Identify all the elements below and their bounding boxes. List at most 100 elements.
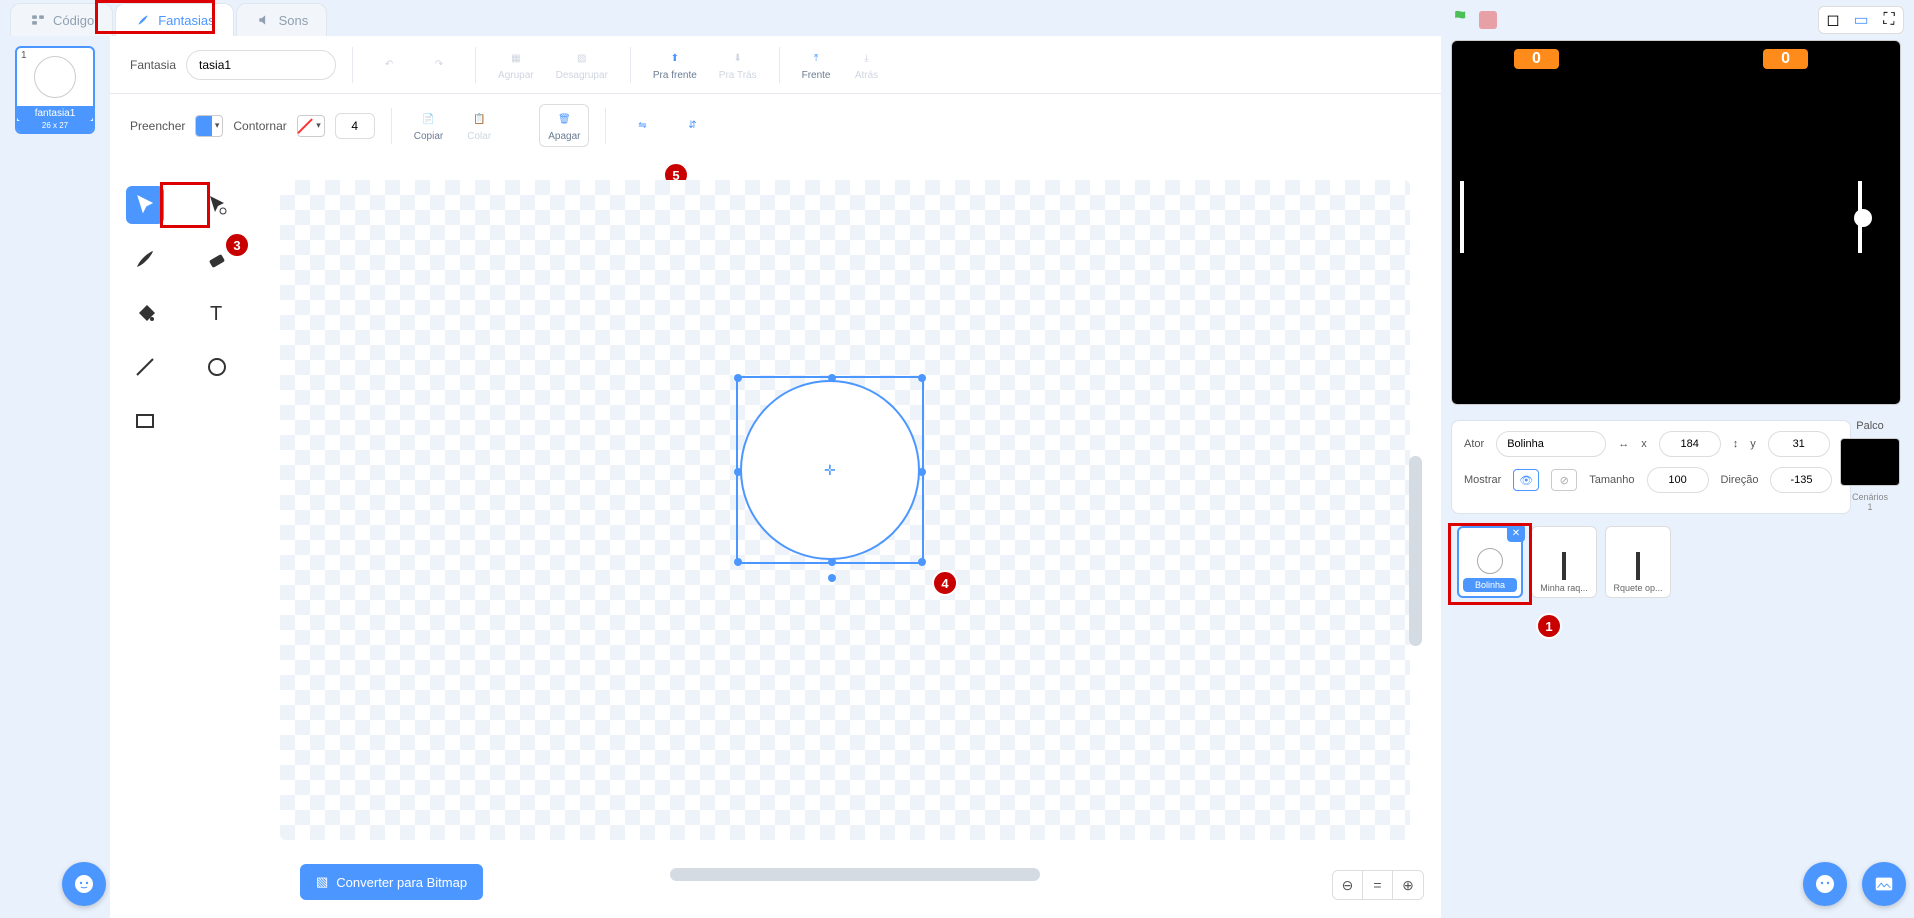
flip-v-button[interactable]: ⇵ [672,114,712,138]
show-label: Mostrar [1464,474,1501,486]
direction-label: Direção [1721,474,1759,486]
costume-list: 1 fantasia1 26 x 27 [0,36,110,918]
stroke-width-input[interactable] [335,113,375,139]
front-button[interactable]: ⤒Frente [796,46,837,83]
group-icon: ▦ [506,48,526,68]
copy-icon: 📄 [418,109,438,129]
delete-sprite-icon[interactable]: ✕ [1507,524,1525,542]
zoom-in-button[interactable]: ⊕ [1393,871,1423,899]
circle-tool[interactable] [198,348,236,386]
bitmap-icon: ▧ [316,874,328,890]
stage-thumb[interactable] [1840,438,1900,486]
costume-thumb-1[interactable]: 1 fantasia1 26 x 27 [15,46,95,134]
sprite-name-input[interactable] [1496,431,1606,457]
paste-button[interactable]: 📋Colar [459,107,499,144]
drawing-canvas[interactable]: ✛ [280,180,1410,840]
sprite-item-bolinha[interactable]: ✕ Bolinha [1457,526,1523,598]
fill-label: Preencher [130,119,185,133]
backward-icon: ⬇ [728,48,748,68]
tab-sounds-label: Sons [279,13,309,28]
convert-bitmap-button[interactable]: ▧ Converter para Bitmap [300,864,483,900]
costume-dims: 26 x 27 [17,121,93,132]
add-costume-button[interactable] [62,862,106,906]
back-button[interactable]: ⤓Atrás [847,46,887,83]
reshape-tool[interactable] [198,186,236,224]
backdrops-count: 1 [1852,502,1888,512]
text-tool[interactable]: T [198,294,236,332]
x-input[interactable] [1659,431,1721,457]
outline-label: Contornar [233,119,286,133]
flip-h-button[interactable]: ⇋ [622,114,662,138]
size-label: Tamanho [1589,474,1634,486]
small-stage-button[interactable]: ◻ [1821,9,1845,31]
score-right: 0 [1763,49,1808,69]
brush-icon [134,12,152,28]
line-tool[interactable] [126,348,164,386]
tab-costumes[interactable]: Fantasias [115,3,233,36]
flip-v-icon: ⇵ [682,116,702,136]
hide-button[interactable]: ⊘ [1551,469,1577,491]
rect-tool[interactable] [126,402,164,440]
sound-icon [255,12,273,28]
sprite-item-minha-raquete[interactable]: Minha raq... [1531,526,1597,598]
direction-input[interactable] [1770,467,1832,493]
sprite-thumb-icon [1636,552,1640,580]
zoom-reset-button[interactable]: = [1363,871,1393,899]
canvas-scrollbar-h[interactable] [670,868,1040,881]
front-icon: ⤒ [806,48,826,68]
stage-preview[interactable]: 0 0 [1451,40,1901,405]
center-cross-icon: ✛ [824,462,836,479]
tool-palette: T [126,186,238,446]
outline-color-picker[interactable]: ▾ [297,115,325,137]
large-stage-button[interactable]: ▭ [1849,9,1873,31]
image-icon [1873,873,1895,895]
ungroup-icon: ▨ [572,48,592,68]
delete-button[interactable]: 🗑Apagar [539,104,589,147]
zoom-out-button[interactable]: ⊖ [1333,871,1363,899]
stop-button[interactable] [1479,11,1497,29]
show-button[interactable]: 👁 [1513,469,1539,491]
y-input[interactable] [1768,431,1830,457]
add-sprite-button[interactable] [1803,862,1847,906]
tab-sounds[interactable]: Sons [236,3,328,36]
sprite-item-raquete-op[interactable]: Rquete op... [1605,526,1671,598]
zoom-controls: ⊖ = ⊕ [1332,870,1424,900]
add-backdrop-button[interactable] [1862,862,1906,906]
select-tool[interactable] [126,186,164,224]
trash-icon: 🗑 [554,109,574,129]
tab-code[interactable]: Código [10,3,113,36]
copy-button[interactable]: 📄Copiar [408,107,449,144]
brush-tool[interactable] [126,240,164,278]
tab-costumes-label: Fantasias [158,13,214,28]
svg-text:T: T [210,303,222,325]
fill-color-picker[interactable]: ▾ [195,115,223,137]
redo-button[interactable]: ↷ [419,53,459,77]
forward-button[interactable]: ⬆Pra frente [647,46,703,83]
costume-name-input[interactable] [186,50,336,80]
backward-button[interactable]: ⬇Pra Trás [713,46,763,83]
sprite-item-label: Bolinha [1463,578,1517,592]
stage-panel: Palco Cenários 1 [1834,420,1906,512]
canvas-scrollbar-v[interactable] [1409,456,1422,646]
undo-button[interactable]: ↶ [369,53,409,77]
costume-number: 1 [21,50,27,61]
fullscreen-button[interactable]: ⛶ [1877,9,1901,31]
tab-code-label: Código [53,13,94,28]
score-left: 0 [1514,49,1559,69]
group-button[interactable]: ▦Agrupar [492,46,540,83]
eraser-tool[interactable] [198,240,236,278]
sprite-list: ✕ Bolinha Minha raq... Rquete op... [1451,520,1851,900]
code-icon [29,12,47,28]
sprite-thumb-icon [1562,552,1566,580]
fill-tool[interactable] [126,294,164,332]
paste-icon: 📋 [469,109,489,129]
green-flag-button[interactable] [1451,8,1471,33]
left-paddle [1460,181,1464,253]
costume-name-label: Fantasia [130,58,176,72]
flip-h-icon: ⇋ [632,116,652,136]
backdrops-label: Cenários [1852,492,1888,502]
y-arrows-icon: ↕ [1733,438,1739,450]
ungroup-button[interactable]: ▨Desagrupar [550,46,614,83]
outline-swatch-icon [298,116,314,136]
size-input[interactable] [1647,467,1709,493]
